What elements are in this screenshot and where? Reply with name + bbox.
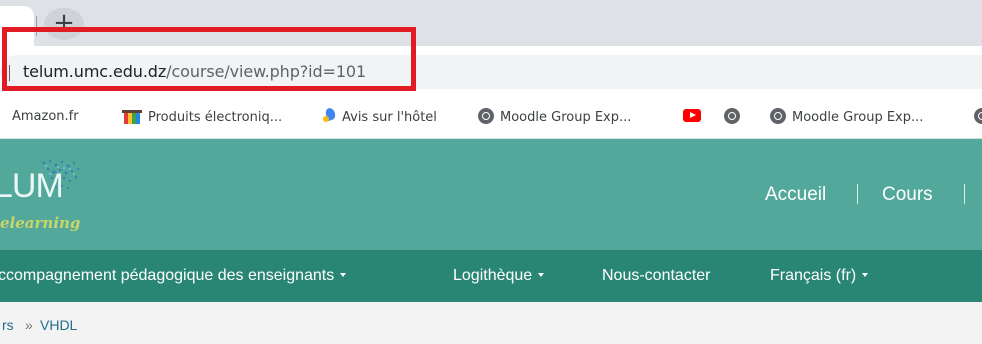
nav-cours[interactable]: Cours [882, 184, 933, 206]
browser-tab-active[interactable]: × [0, 6, 34, 46]
main-menu-bar: ccompagnement pédagogique des enseignant… [0, 250, 982, 302]
browser-toolbar: telum.umc.edu.dz/course/view.php?id=101 [0, 46, 982, 98]
site-logo-tagline: elearning [0, 214, 81, 232]
globe-icon [724, 108, 740, 124]
url-domain: telum.umc.edu.dz [23, 62, 167, 81]
globe-icon [974, 108, 982, 124]
site-header: LUM elearning Accueil Cours [0, 139, 982, 250]
new-tab-button[interactable]: + [44, 8, 84, 40]
breadcrumb-item-vhdl[interactable]: VHDL [40, 317, 77, 333]
menu-label: Nous-contacter [602, 267, 711, 284]
site-logo[interactable]: LUM [0, 169, 64, 203]
menu-label: Français ‎(fr)‎ [770, 267, 857, 284]
caret-down-icon [862, 273, 869, 277]
menu-label: Logithèque [453, 267, 533, 284]
nav-separator [964, 184, 965, 204]
url-text[interactable]: telum.umc.edu.dz/course/view.php?id=101 [23, 62, 366, 81]
plus-icon: + [53, 8, 75, 38]
bookmark-moodle-group-1[interactable]: Moodle Group Exp... [478, 108, 631, 127]
bookmark-label: Avis sur l'hôtel [342, 110, 437, 125]
caret-down-icon [538, 273, 545, 277]
nav-accueil[interactable]: Accueil [765, 184, 826, 206]
breadcrumb-separator: » [25, 317, 33, 333]
bookmark-youtube[interactable] [683, 108, 707, 126]
menu-language[interactable]: Français ‎(fr)‎ [770, 266, 869, 286]
nav-separator [857, 184, 858, 204]
bookmark-globe-overflow[interactable] [974, 108, 982, 127]
breadcrumb: rs » VHDL [0, 302, 982, 344]
globe-icon [770, 108, 786, 124]
screenshot-root: × + telum.umc.edu.dz/course/view.php?id=… [0, 0, 982, 344]
browser-tab-strip: × + [0, 0, 982, 46]
bookmark-avis-hotel[interactable]: Avis sur l'hôtel [322, 108, 437, 127]
bookmark-globe[interactable] [724, 108, 746, 127]
bookmark-amazon[interactable]: Amazon.fr [12, 108, 79, 126]
address-bar-divider [9, 65, 10, 81]
pin-icon [322, 108, 336, 124]
caret-down-icon [340, 273, 347, 277]
bookmark-produits-electroniques[interactable]: Produits électroniq... [122, 108, 282, 127]
globe-icon [478, 108, 494, 124]
menu-accompagnement[interactable]: ccompagnement pédagogique des enseignant… [0, 266, 347, 286]
bookmark-moodle-group-2[interactable]: Moodle Group Exp... [770, 108, 923, 127]
menu-label: ccompagnement pédagogique des enseignant… [0, 267, 335, 284]
menu-logitheque[interactable]: Logithèque [453, 266, 545, 286]
shopping-icon [122, 108, 142, 124]
bookmark-label: Amazon.fr [12, 109, 79, 124]
bookmark-label: Moodle Group Exp... [500, 110, 632, 125]
menu-nous-contacter[interactable]: Nous-contacter [602, 266, 711, 286]
tab-separator [36, 16, 37, 36]
breadcrumb-item-courses[interactable]: rs [2, 317, 14, 333]
bookmark-label: Moodle Group Exp... [792, 110, 924, 125]
youtube-icon [683, 109, 701, 122]
bookmarks-bar: Amazon.fr Produits électroniq... Avis su… [0, 98, 982, 139]
url-path: /course/view.php?id=101 [166, 62, 367, 81]
bookmark-label: Produits électroniq... [148, 110, 283, 125]
